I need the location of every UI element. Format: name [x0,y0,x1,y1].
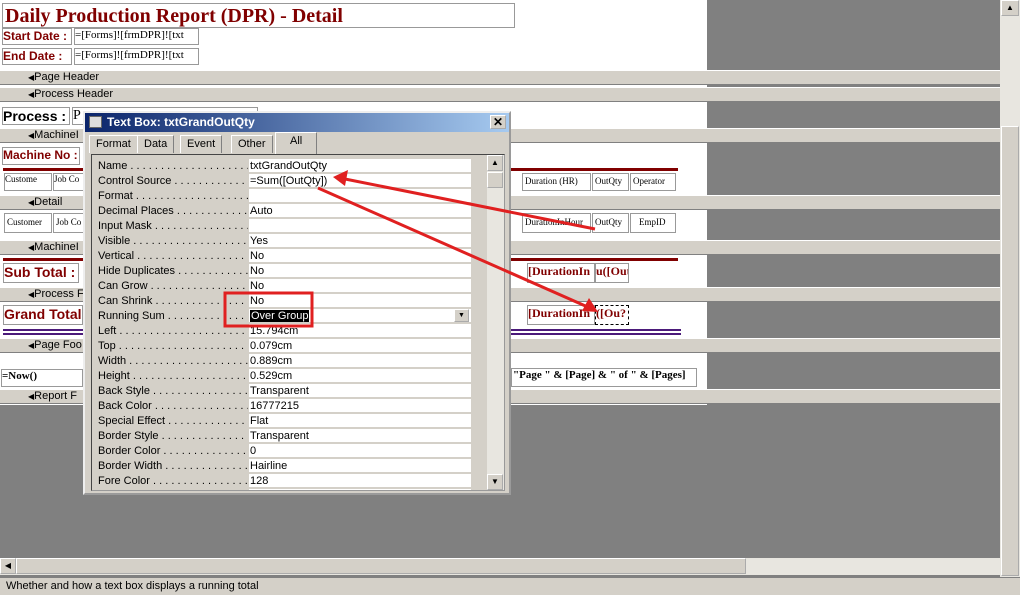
scroll-up-icon[interactable]: ▲ [1001,0,1019,16]
scroll-left-icon[interactable]: ◀ [0,558,16,574]
arrow-line [317,186,591,310]
window-horizontal-scrollbar[interactable]: ◀ [0,558,1000,575]
annotation-overlay [223,170,598,328]
scroll-thumb[interactable] [16,558,746,574]
arrowhead-icon [333,170,348,186]
arrow-line [339,176,596,231]
status-bar: Whether and how a text box displays a ru… [0,577,1020,595]
window-vertical-scrollbar[interactable]: ▲ [1000,0,1020,578]
highlight-box [223,291,314,328]
scroll-thumb[interactable] [1001,126,1019,576]
